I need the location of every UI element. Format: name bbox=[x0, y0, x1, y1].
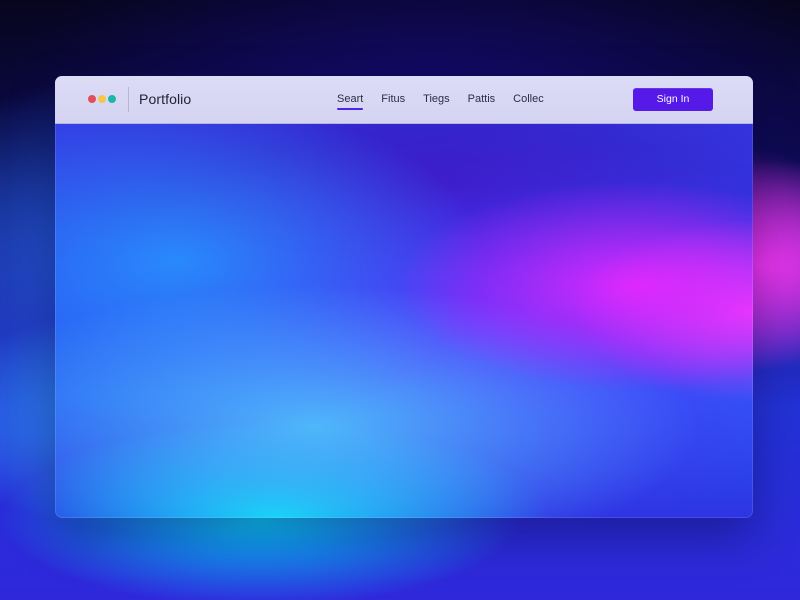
nav-item-seart[interactable]: Seart bbox=[337, 93, 364, 110]
green-dot-icon bbox=[108, 95, 116, 103]
window-controls bbox=[88, 95, 118, 105]
yellow-dot-icon bbox=[98, 95, 106, 103]
hero-gradient-area bbox=[55, 124, 753, 518]
nav-item-pattis[interactable]: Pattis bbox=[468, 93, 496, 106]
nav-item-tiegs[interactable]: Tiegs bbox=[423, 93, 450, 106]
nav-item-collec[interactable]: Collec bbox=[513, 93, 544, 106]
sign-in-button[interactable]: Sign In bbox=[633, 88, 713, 111]
main-navigation: Seart Fitus Tiegs Pattis Collec bbox=[337, 93, 544, 110]
nav-item-fitus[interactable]: Fitus bbox=[381, 93, 405, 106]
red-dot-icon bbox=[88, 95, 96, 103]
portfolio-window: Portfolio Seart Fitus Tiegs Pattis Colle… bbox=[55, 76, 753, 518]
header-divider bbox=[128, 87, 129, 112]
brand-title: Portfolio bbox=[139, 91, 192, 107]
top-navigation-bar: Portfolio Seart Fitus Tiegs Pattis Colle… bbox=[55, 76, 753, 124]
